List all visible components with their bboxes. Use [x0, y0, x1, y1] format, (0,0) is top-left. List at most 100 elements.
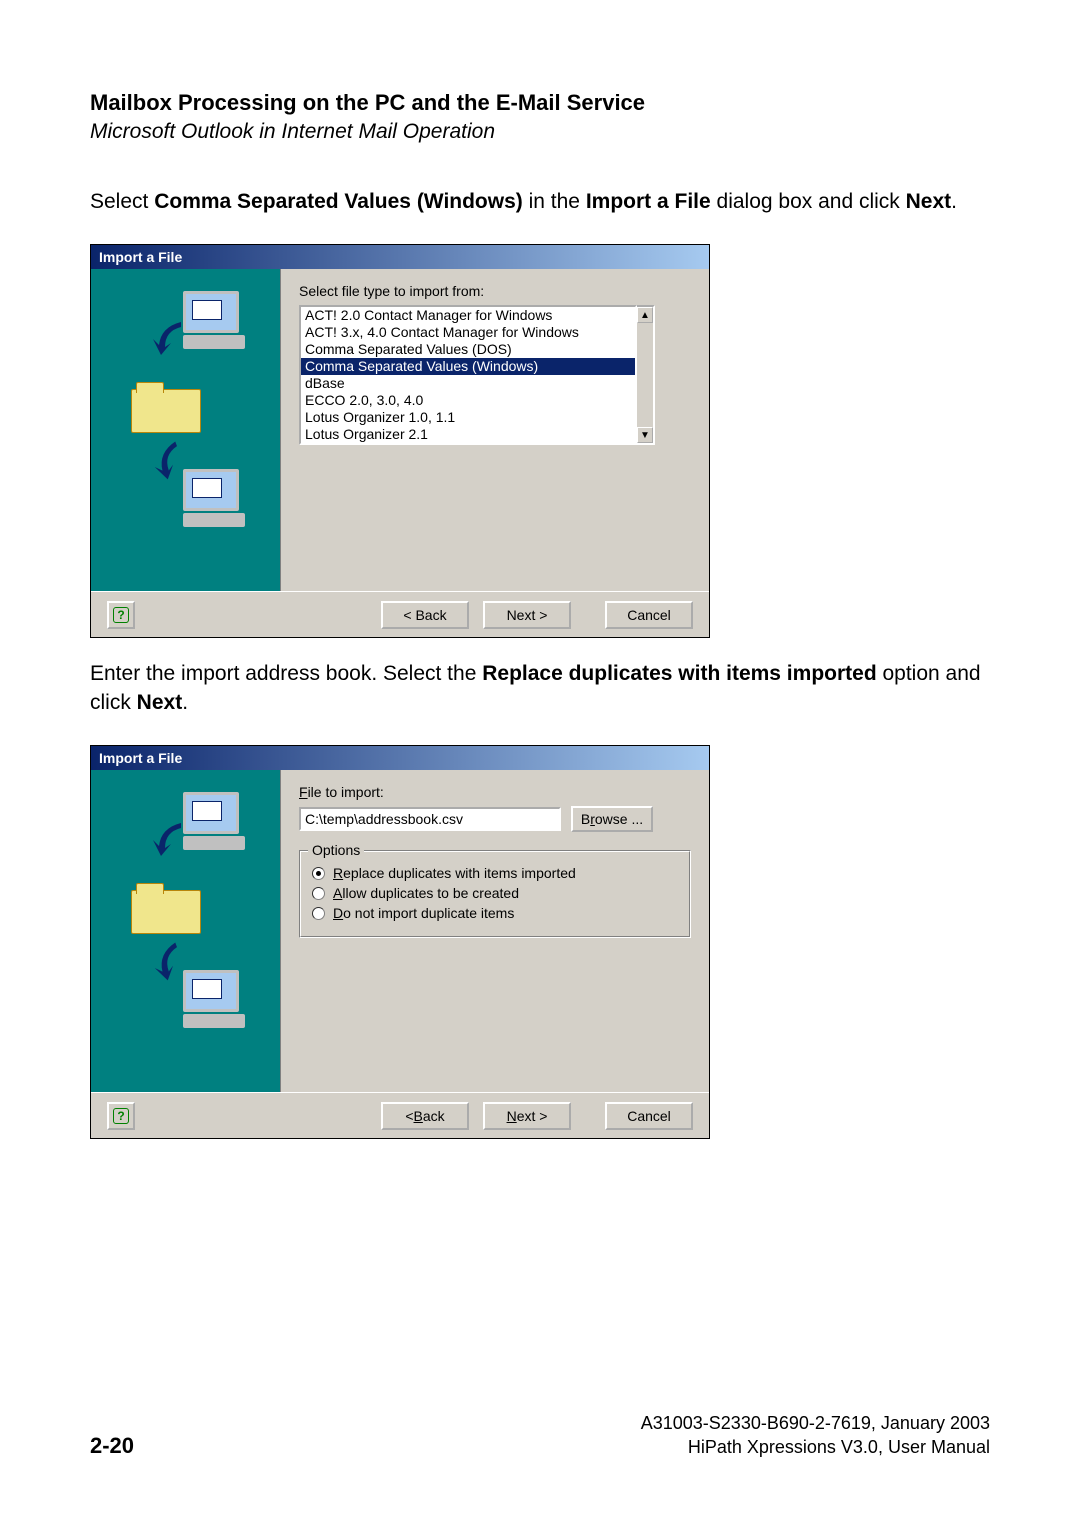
section-heading: Mailbox Processing on the PC and the E-M… — [90, 90, 990, 116]
dialog-titlebar: Import a File — [91, 245, 709, 269]
arrow-icon — [151, 818, 191, 858]
next-button[interactable]: Next > — [483, 1102, 571, 1130]
chevron-up-icon: ▲ — [640, 310, 650, 321]
options-fieldset: Options Replace duplicates with items im… — [299, 850, 691, 938]
list-item[interactable]: dBase — [301, 375, 635, 392]
radio-label: Replace duplicates with items imported — [333, 865, 576, 881]
cancel-button[interactable]: Cancel — [605, 1102, 693, 1130]
text: . — [182, 691, 188, 714]
file-to-import-label: File to import: — [299, 784, 691, 800]
next-button[interactable]: Next > — [483, 601, 571, 629]
document-page: Mailbox Processing on the PC and the E-M… — [0, 0, 1080, 1139]
list-item[interactable]: Comma Separated Values (Windows) — [301, 358, 635, 375]
monitor-icon — [183, 792, 253, 852]
doc-id: A31003-S2330-B690-2-7619, January 2003 — [641, 1412, 990, 1435]
btn-text: B — [581, 811, 590, 827]
listbox-container: ACT! 2.0 Contact Manager for Windows ACT… — [299, 305, 655, 445]
mnemonic-underline: F — [299, 784, 308, 800]
text: Select — [90, 190, 154, 213]
dialog-title: Import a File — [99, 750, 182, 766]
mnemonic-underline: D — [333, 905, 343, 921]
doc-title: HiPath Xpressions V3.0, User Manual — [641, 1436, 990, 1459]
btn-text: ack — [423, 1108, 445, 1124]
fieldset-legend: Options — [308, 842, 364, 858]
radio-allow-duplicates[interactable]: Allow duplicates to be created — [312, 885, 678, 901]
radio-icon — [312, 867, 325, 880]
paragraph-2: Enter the import address book. Select th… — [90, 660, 990, 717]
dialog-content: File to import: Browse ... Options Repla… — [281, 770, 709, 1092]
mnemonic-underline: B — [414, 1108, 423, 1124]
list-item[interactable]: ECCO 2.0, 3.0, 4.0 — [301, 392, 635, 409]
page-footer: 2-20 A31003-S2330-B690-2-7619, January 2… — [90, 1412, 990, 1459]
back-button[interactable]: < Back — [381, 1102, 469, 1130]
back-button[interactable]: < Back — [381, 601, 469, 629]
cancel-button[interactable]: Cancel — [605, 601, 693, 629]
paragraph-1: Select Comma Separated Values (Windows) … — [90, 188, 990, 216]
wizard-graphic — [91, 770, 280, 1092]
file-path-input[interactable] — [299, 807, 561, 831]
section-subheading: Microsoft Outlook in Internet Mail Opera… — [90, 120, 990, 144]
page-number: 2-20 — [90, 1433, 134, 1459]
dialog-body: Select file type to import from: ACT! 2.… — [91, 269, 709, 591]
folder-icon — [131, 890, 201, 934]
label-text: o not import duplicate items — [343, 905, 514, 921]
list-item[interactable]: Lotus Organizer 2.1 — [301, 426, 635, 443]
list-item[interactable]: ACT! 2.0 Contact Manager for Windows — [301, 307, 635, 324]
scroll-down-button[interactable]: ▼ — [637, 427, 653, 443]
dialog-titlebar: Import a File — [91, 746, 709, 770]
mnemonic-underline: A — [333, 885, 342, 901]
help-icon: ? — [113, 1108, 129, 1124]
text-bold: Next — [137, 691, 183, 714]
list-item[interactable]: ACT! 3.x, 4.0 Contact Manager for Window… — [301, 324, 635, 341]
monitor-icon — [183, 291, 253, 351]
mnemonic-underline: N — [507, 1108, 517, 1124]
help-icon: ? — [113, 607, 129, 623]
dialog-body: File to import: Browse ... Options Repla… — [91, 770, 709, 1092]
btn-text: < — [405, 1108, 413, 1124]
btn-text: owse ... — [595, 811, 643, 827]
label-text: ile to import: — [308, 784, 384, 800]
radio-do-not-import[interactable]: Do not import duplicate items — [312, 905, 678, 921]
scrollbar[interactable]: ▲ ▼ — [637, 305, 655, 445]
browse-button[interactable]: Browse ... — [571, 806, 653, 832]
radio-label: Allow duplicates to be created — [333, 885, 519, 901]
text: Enter the import address book. Select th… — [90, 662, 482, 685]
text-bold: Replace duplicates with items imported — [482, 662, 876, 685]
text-bold: Comma Separated Values (Windows) — [154, 190, 523, 213]
help-button[interactable]: ? — [107, 1102, 135, 1130]
chevron-down-icon: ▼ — [640, 430, 650, 441]
listbox-label: Select file type to import from: — [299, 283, 691, 299]
radio-dot-icon — [316, 871, 321, 876]
label-text: llow duplicates to be created — [342, 885, 519, 901]
text: in the — [523, 190, 586, 213]
file-type-listbox[interactable]: ACT! 2.0 Contact Manager for Windows ACT… — [299, 305, 637, 445]
text: . — [951, 190, 957, 213]
scroll-up-button[interactable]: ▲ — [637, 307, 653, 323]
text: dialog box and click — [711, 190, 906, 213]
wizard-graphic-panel — [91, 770, 281, 1092]
arrow-icon — [151, 317, 191, 357]
footer-meta: A31003-S2330-B690-2-7619, January 2003 H… — [641, 1412, 990, 1459]
list-item[interactable]: Comma Separated Values (DOS) — [301, 341, 635, 358]
text-bold: Import a File — [586, 190, 711, 213]
monitor-icon — [183, 970, 253, 1030]
list-item[interactable]: Lotus Organizer 1.0, 1.1 — [301, 409, 635, 426]
dialog-content: Select file type to import from: ACT! 2.… — [281, 269, 709, 591]
mnemonic-underline: R — [333, 865, 343, 881]
file-input-row: Browse ... — [299, 806, 691, 832]
radio-icon — [312, 907, 325, 920]
import-file-dialog-2: Import a File File to import: — [90, 745, 710, 1139]
wizard-graphic — [91, 269, 280, 591]
wizard-graphic-panel — [91, 269, 281, 591]
import-file-dialog-1: Import a File Select file type to import… — [90, 244, 710, 638]
monitor-icon — [183, 469, 253, 529]
radio-replace-duplicates[interactable]: Replace duplicates with items imported — [312, 865, 678, 881]
btn-text: ext > — [517, 1108, 548, 1124]
dialog-footer: ? < Back Next > Cancel — [91, 1092, 709, 1138]
radio-icon — [312, 887, 325, 900]
label-text: eplace duplicates with items imported — [343, 865, 576, 881]
help-button[interactable]: ? — [107, 601, 135, 629]
radio-label: Do not import duplicate items — [333, 905, 514, 921]
dialog-title: Import a File — [99, 249, 182, 265]
dialog-footer: ? < Back Next > Cancel — [91, 591, 709, 637]
